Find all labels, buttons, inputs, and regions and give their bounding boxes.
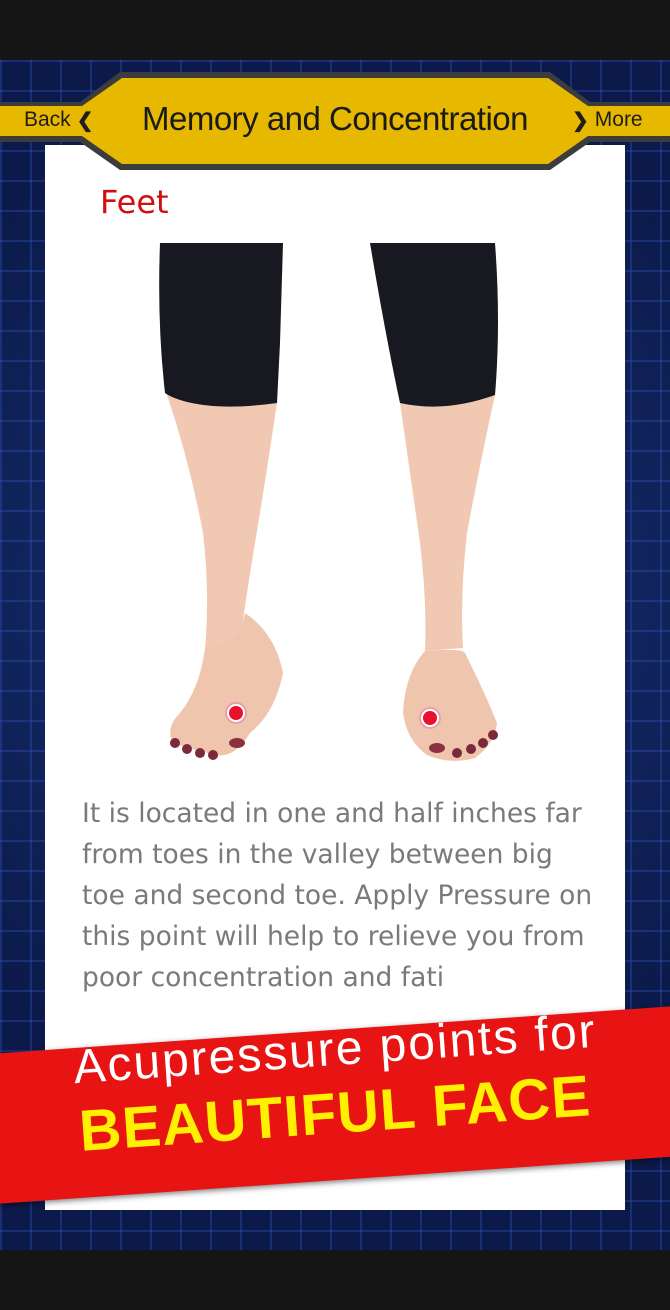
- more-button[interactable]: ❯ More: [572, 103, 670, 137]
- acupressure-point-left: [225, 702, 247, 724]
- chevron-left-icon: ❮: [76, 109, 94, 132]
- back-label: Back: [24, 108, 71, 131]
- feet-illustration: [159, 243, 498, 761]
- more-label: More: [594, 108, 643, 131]
- section-title: Feet: [100, 183, 169, 221]
- bottom-bar: [0, 1250, 670, 1310]
- back-button[interactable]: Back ❮: [0, 103, 96, 137]
- chevron-right-icon: ❯: [572, 109, 589, 132]
- page-title: Memory and Concentration: [141, 100, 529, 137]
- description-text: It is located in one and half inches far…: [82, 798, 593, 993]
- acupressure-point-right: [419, 707, 441, 729]
